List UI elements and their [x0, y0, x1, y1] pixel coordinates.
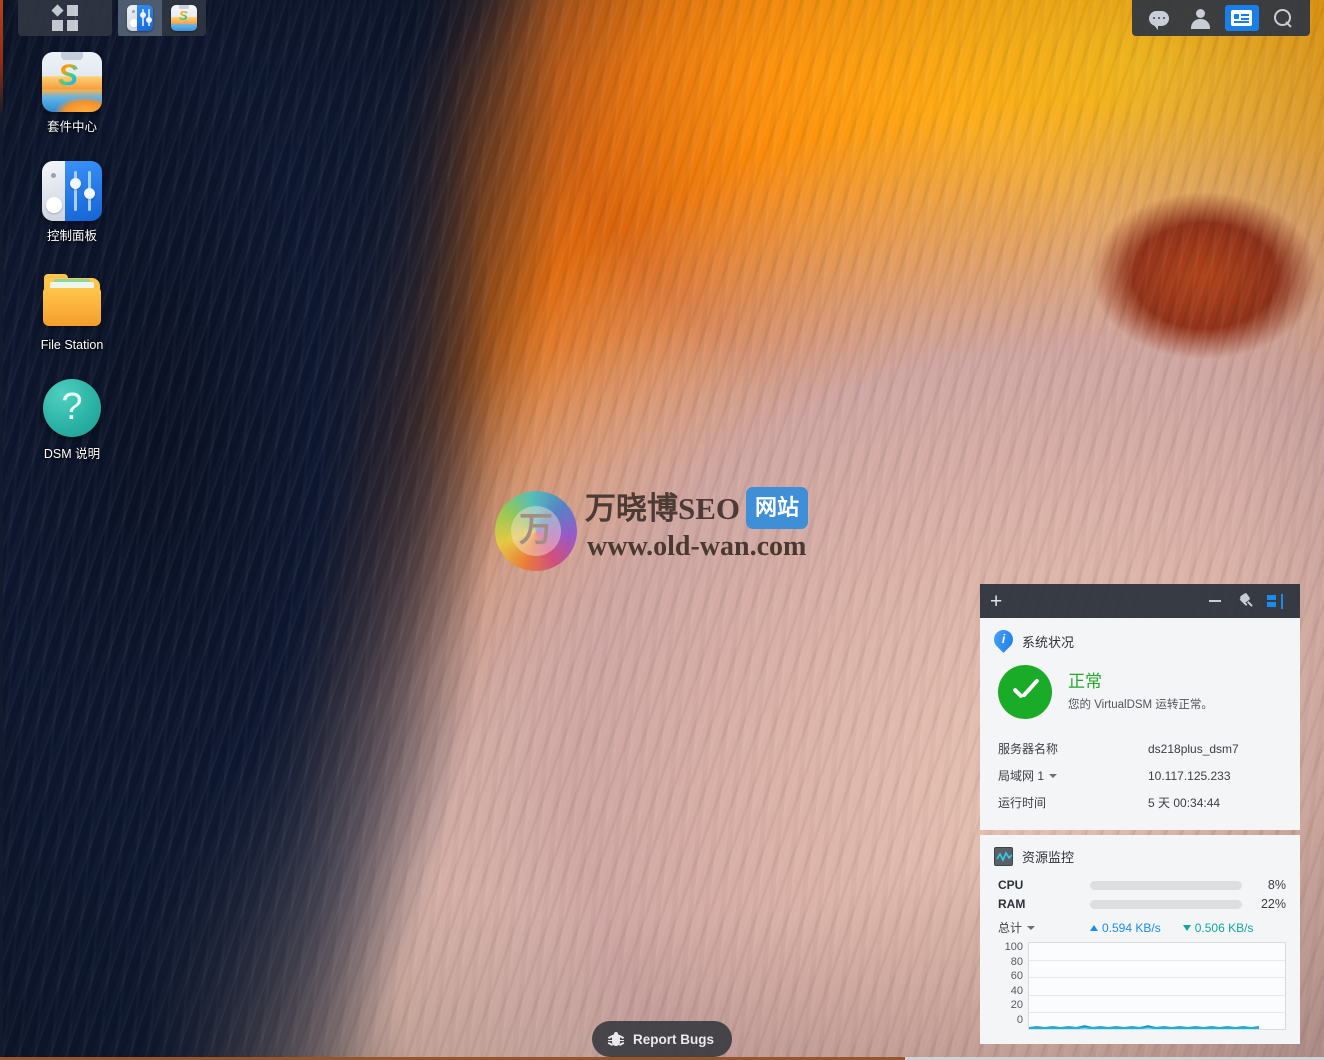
ram-meter-value: 22%: [1260, 897, 1286, 911]
folder-icon: [42, 270, 102, 330]
search-icon[interactable]: [1266, 5, 1300, 31]
desktop-icon-label: File Station: [40, 338, 104, 352]
chart-line-下载: [1029, 1026, 1259, 1029]
widget-panel-header: +: [980, 584, 1300, 618]
chart-y-tick: 80: [1010, 955, 1023, 968]
chart-y-tick: 0: [1016, 1013, 1023, 1026]
system-health-title: 系统状况: [1022, 635, 1075, 650]
chart-y-tick: 100: [1004, 941, 1023, 953]
taskbar-divider: [75, 5, 76, 31]
resource-monitor-title-row: 资源监控: [994, 847, 1286, 866]
control-panel-icon: [42, 161, 102, 221]
ram-meter-track: [1090, 899, 1242, 909]
info-row-uptime: 运行时间 5 天 00:34:44: [994, 789, 1286, 816]
pin-icon: [1238, 594, 1253, 609]
chart-gridline: [1029, 1029, 1285, 1030]
minimize-icon: [1209, 600, 1221, 602]
report-bugs-button[interactable]: Report Bugs: [592, 1021, 732, 1057]
desktop-icon-control-panel[interactable]: 控制面板: [20, 161, 124, 244]
green-check-icon: [998, 665, 1052, 719]
info-key[interactable]: 局域网 1: [998, 767, 1148, 784]
desktop-icon-label: DSM 说明: [43, 447, 101, 461]
info-value: ds218plus_dsm7: [1148, 741, 1239, 756]
download-speed-value: 0.506 KB/s: [1194, 920, 1254, 935]
taskbar: S: [0, 0, 1324, 36]
cpu-meter-track: [1090, 880, 1242, 890]
desktop-icon-file-station[interactable]: File Station: [20, 270, 124, 353]
dock-icon: [1267, 593, 1283, 609]
desktop-icon-dsm-help[interactable]: ? DSM 说明: [20, 379, 124, 462]
info-value: 5 天 00:34:44: [1148, 796, 1221, 810]
meter-label: CPU: [998, 878, 1024, 892]
meter-label: RAM: [998, 897, 1026, 911]
taskbar-tray-group: [1132, 0, 1310, 36]
info-row-server-name: 服务器名称 ds218plus_dsm7: [994, 735, 1286, 762]
upload-speed: 0.594 KB/s: [1090, 921, 1161, 935]
upload-arrow-icon: [1090, 924, 1098, 931]
question-mark-icon: ?: [42, 379, 102, 439]
network-scope-selector[interactable]: 总计: [998, 919, 1090, 936]
desktop-icon-label: 控制面板: [46, 229, 97, 243]
chart-series-group: [1029, 1025, 1259, 1029]
dock-button[interactable]: [1260, 588, 1290, 614]
system-health-title-row: i 系统状况: [994, 630, 1286, 653]
desktop-icon-package-center[interactable]: S 套件中心: [20, 52, 124, 135]
network-speed-row: 总计 0.594 KB/s 0.506 KB/s: [998, 919, 1286, 936]
resource-monitor-icon: [994, 847, 1013, 866]
chart-y-tick: 60: [1010, 970, 1023, 983]
upload-speed-value: 0.594 KB/s: [1102, 920, 1161, 935]
person-icon[interactable]: [1183, 5, 1217, 31]
chevron-down-icon[interactable]: [1049, 774, 1058, 778]
resource-monitor-title: 资源监控: [1022, 850, 1075, 865]
taskbar-left-group: [18, 0, 112, 36]
taskbar-app-group: S: [118, 0, 206, 36]
add-widget-button[interactable]: +: [990, 591, 1002, 612]
taskbar-app-package-center[interactable]: S: [162, 0, 206, 36]
desktop-icon-label: 套件中心: [46, 120, 97, 134]
meter-row-cpu: CPU 8%: [998, 878, 1286, 892]
taskbar-app-control-panel[interactable]: [118, 0, 162, 36]
chat-bubble-icon[interactable]: [1142, 5, 1176, 31]
minimize-button[interactable]: [1200, 588, 1230, 614]
package-center-icon: S: [171, 5, 197, 31]
widget-panel: + i 系统状况 正常 您的 VirtualDSM 运转正常。 服务器名称 ds…: [980, 584, 1300, 1049]
resource-monitor-widget: 资源监控 CPU 8% RAM 22% 总计 0.594 KB/s 0.506 …: [980, 835, 1300, 1044]
widget-panel-icon[interactable]: [1224, 5, 1259, 31]
system-status-subtitle: 您的 VirtualDSM 运转正常。: [1068, 699, 1213, 711]
package-center-icon: S: [42, 52, 102, 112]
chart-y-tick: 40: [1010, 984, 1023, 997]
system-status-title: 正常: [1068, 672, 1102, 691]
report-bugs-label: Report Bugs: [633, 1031, 714, 1047]
chart-y-axis: 100 80 60 40 20 0: [998, 942, 1028, 1030]
control-panel-icon: [127, 5, 153, 31]
meter-row-ram: RAM 22%: [998, 897, 1286, 911]
screen-edge-left: [0, 0, 3, 1060]
system-status-row: 正常 您的 VirtualDSM 运转正常。: [998, 665, 1286, 719]
info-row-lan[interactable]: 局域网 1 10.117.125.233: [994, 762, 1286, 789]
network-chart: 100 80 60 40 20 0: [998, 942, 1286, 1030]
chart-y-tick: 20: [1010, 999, 1023, 1012]
lan-label: 局域网 1: [998, 769, 1045, 783]
info-key: 运行时间: [998, 796, 1047, 810]
network-scope-label: 总计: [998, 921, 1023, 935]
cpu-meter-value: 8%: [1267, 878, 1286, 892]
info-key: 服务器名称: [998, 742, 1059, 756]
chart-plot-area: [1028, 942, 1286, 1030]
system-status-text: 正常 您的 VirtualDSM 运转正常。: [1068, 671, 1213, 713]
info-pin-icon: i: [994, 630, 1013, 653]
download-speed: 0.506 KB/s: [1182, 920, 1254, 935]
system-health-widget: i 系统状况 正常 您的 VirtualDSM 运转正常。 服务器名称 ds21…: [980, 618, 1300, 830]
download-arrow-icon: [1182, 924, 1191, 931]
bug-icon: [607, 1031, 625, 1047]
chevron-down-icon[interactable]: [1027, 926, 1036, 930]
desktop-icon-list: S 套件中心 控制面板 File Station ? DSM 说明: [20, 52, 124, 488]
info-value: 10.117.125.233: [1148, 768, 1231, 783]
pin-button[interactable]: [1230, 588, 1260, 614]
